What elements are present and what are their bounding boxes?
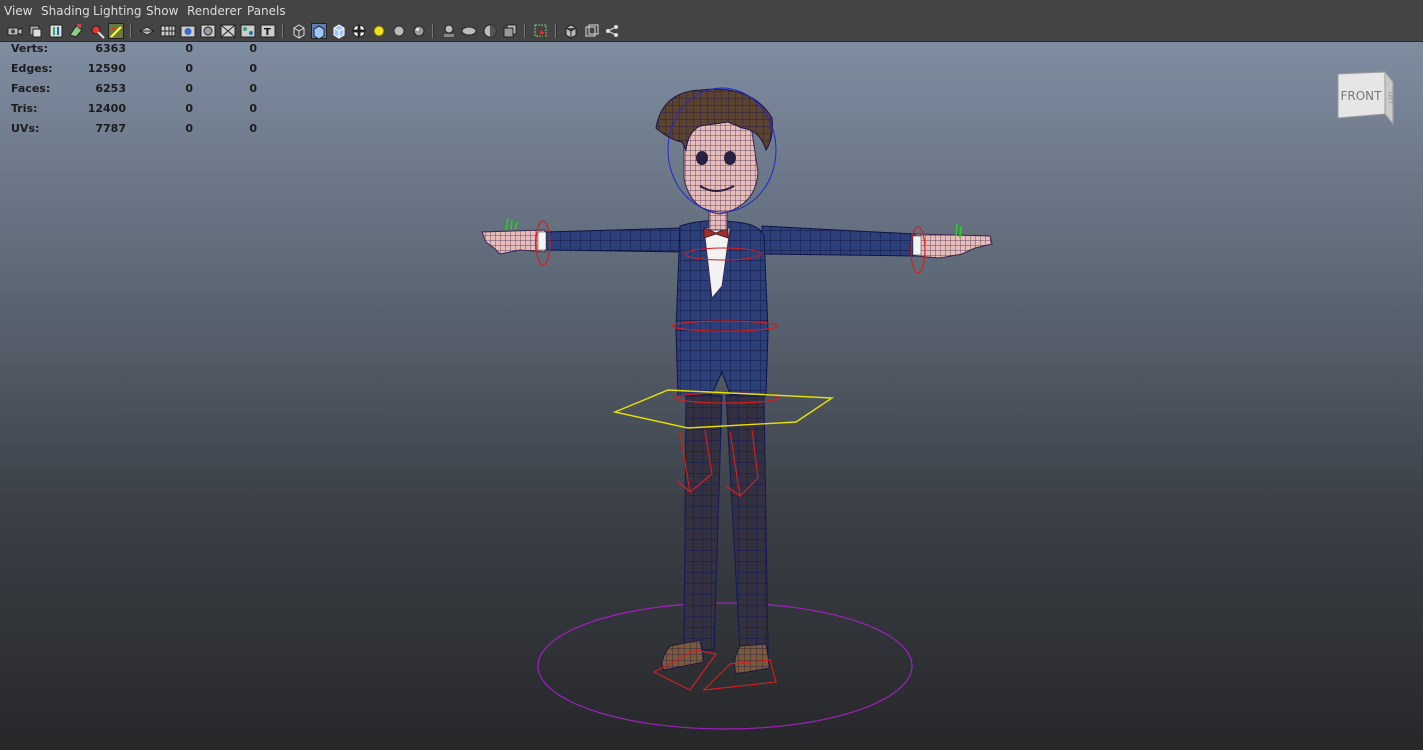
safe-action-icon[interactable]	[220, 23, 236, 39]
right-leg[interactable]	[725, 394, 769, 653]
grease-pencil-icon[interactable]	[108, 23, 124, 39]
share-icon[interactable]	[604, 23, 620, 39]
menu-show[interactable]: Show	[146, 4, 178, 18]
right-arm[interactable]	[761, 225, 916, 257]
root-control-circle[interactable]	[537, 602, 913, 730]
anti-aliasing-icon[interactable]	[461, 23, 477, 39]
left-arm[interactable]	[544, 227, 685, 253]
right-eye	[724, 151, 736, 165]
toolbar-separator	[432, 24, 434, 38]
character-model[interactable]	[0, 42, 1423, 750]
right-hand[interactable]	[914, 233, 993, 259]
menu-view[interactable]: View	[4, 4, 32, 18]
left-leg[interactable]	[683, 394, 723, 651]
2d-pan-icon[interactable]	[89, 23, 105, 39]
left-eye	[696, 151, 708, 165]
bookmark-icon[interactable]	[48, 23, 64, 39]
toolbar-separator	[555, 24, 557, 38]
view-cube-front-label: FRONT	[1341, 89, 1383, 103]
wireframe-on-shaded-icon[interactable]	[331, 23, 347, 39]
menu-shading[interactable]: Shading	[41, 4, 90, 18]
right-cuff	[912, 235, 922, 256]
3d-viewport[interactable]: Verts: 6363 0 0 Edges: 12590 0 0 Faces: …	[0, 42, 1423, 750]
cog-control[interactable]	[612, 389, 835, 429]
field-chart-icon[interactable]	[200, 23, 216, 39]
toolbar-separator	[282, 24, 284, 38]
svg-text:T: T	[264, 27, 271, 38]
left-foot-control[interactable]	[652, 649, 718, 691]
depth-of-field-icon[interactable]	[482, 23, 498, 39]
motion-blur-icon[interactable]	[441, 23, 457, 39]
wireframe-icon[interactable]	[291, 23, 307, 39]
grid-icon[interactable]	[160, 23, 176, 39]
camera-attributes-icon[interactable]	[7, 23, 23, 39]
panel-menubar: View Shading Lighting Show Renderer Pane…	[0, 0, 1423, 22]
image-plane-icon[interactable]	[68, 23, 84, 39]
isolate-select-icon[interactable]	[502, 23, 518, 39]
xray-icon[interactable]	[533, 23, 549, 39]
xray-joints-icon[interactable]	[584, 23, 600, 39]
textured-icon[interactable]	[351, 23, 367, 39]
view-cube-side-label: LEFT	[1387, 92, 1393, 105]
menu-renderer[interactable]: Renderer	[187, 4, 242, 18]
gate-mask-icon[interactable]: T	[260, 23, 276, 39]
toolbar-separator	[524, 24, 526, 38]
menu-lighting[interactable]: Lighting	[93, 4, 142, 18]
left-cuff	[537, 231, 547, 251]
safe-title-icon[interactable]	[240, 23, 256, 39]
camera-tools-icon[interactable]	[27, 23, 43, 39]
use-all-lights-icon[interactable]	[371, 23, 387, 39]
shadows-icon[interactable]	[391, 23, 407, 39]
view-cube[interactable]: FRONT LEFT	[1333, 68, 1397, 130]
left-finger-controls[interactable]	[505, 217, 518, 231]
toolbar-separator	[130, 24, 132, 38]
menu-panels[interactable]: Panels	[247, 4, 286, 18]
xray-active-components-icon[interactable]	[563, 23, 579, 39]
resolution-gate-icon[interactable]	[138, 23, 156, 39]
right-shoe[interactable]	[734, 643, 771, 675]
screen-space-ao-icon[interactable]	[411, 23, 427, 39]
smooth-shade-icon[interactable]	[311, 23, 327, 40]
panel-toolbar: T	[0, 21, 1423, 42]
film-gate-icon[interactable]	[180, 23, 196, 39]
left-shoe[interactable]	[661, 639, 705, 671]
